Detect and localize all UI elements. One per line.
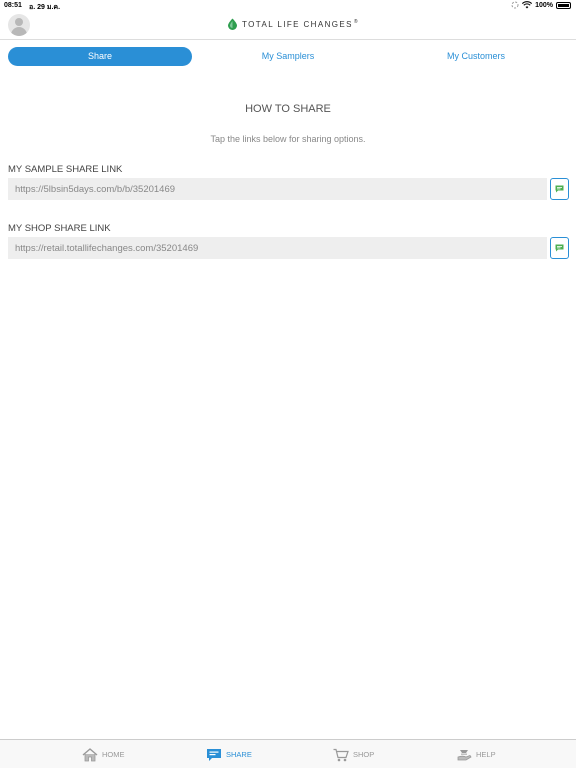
- tab-shop-label: SHOP: [353, 750, 375, 759]
- shop-link-field[interactable]: [8, 237, 547, 259]
- wifi-icon: [522, 1, 533, 9]
- status-bar: 08:51 อ. 29 ม.ค. 100%: [0, 0, 576, 12]
- avatar-body-shape: [11, 27, 27, 36]
- sample-link-field[interactable]: [8, 178, 547, 200]
- tab-share[interactable]: SHARE: [206, 740, 252, 768]
- house-icon: [82, 747, 98, 761]
- tab-help-label: HELP: [476, 750, 496, 759]
- tab-home-label: HOME: [102, 750, 125, 759]
- battery-icon: [556, 1, 571, 9]
- tab-shop[interactable]: SHOP: [333, 740, 374, 768]
- segment-my-samplers[interactable]: My Samplers: [196, 47, 380, 66]
- status-time: 08:51: [4, 2, 22, 9]
- sample-link-sms-button[interactable]: [550, 178, 569, 200]
- shop-link-sms-button[interactable]: [550, 237, 569, 259]
- brand-registered-mark: ®: [353, 18, 358, 25]
- how-to-share-heading: HOW TO SHARE: [245, 103, 331, 115]
- segmented-control: Share My Samplers My Customers: [8, 47, 568, 66]
- brand-name: TOTAL LIFE CHANGES: [242, 19, 353, 29]
- segment-share[interactable]: Share: [8, 47, 192, 66]
- sample-link-label: MY SAMPLE SHARE LINK: [8, 164, 123, 175]
- loading-icon: [511, 1, 519, 9]
- chat-bubble-icon: [207, 748, 221, 761]
- bottom-tab-bar: HOME SHARE SHOP HELP: [0, 739, 576, 768]
- cart-icon: [333, 748, 349, 761]
- tab-share-label: SHARE: [226, 750, 252, 759]
- avatar[interactable]: [8, 14, 30, 36]
- avatar-head-shape: [15, 18, 23, 26]
- helping-hand-icon: [457, 749, 472, 760]
- nav-header: TOTAL LIFE CHANGES ®: [0, 12, 576, 40]
- segment-my-customers[interactable]: My Customers: [384, 47, 568, 66]
- sms-icon: [555, 244, 564, 252]
- battery-percentage: 100%: [535, 1, 553, 9]
- tab-home[interactable]: HOME: [82, 740, 125, 768]
- sms-icon: [555, 185, 564, 193]
- share-instructions: Tap the links below for sharing options.: [210, 134, 366, 144]
- brand-logo: TOTAL LIFE CHANGES ®: [227, 18, 358, 30]
- status-indicators: 100%: [511, 1, 571, 9]
- shop-link-label: MY SHOP SHARE LINK: [8, 223, 111, 234]
- tab-help[interactable]: HELP: [456, 740, 496, 768]
- brand-drop-icon: [228, 18, 237, 30]
